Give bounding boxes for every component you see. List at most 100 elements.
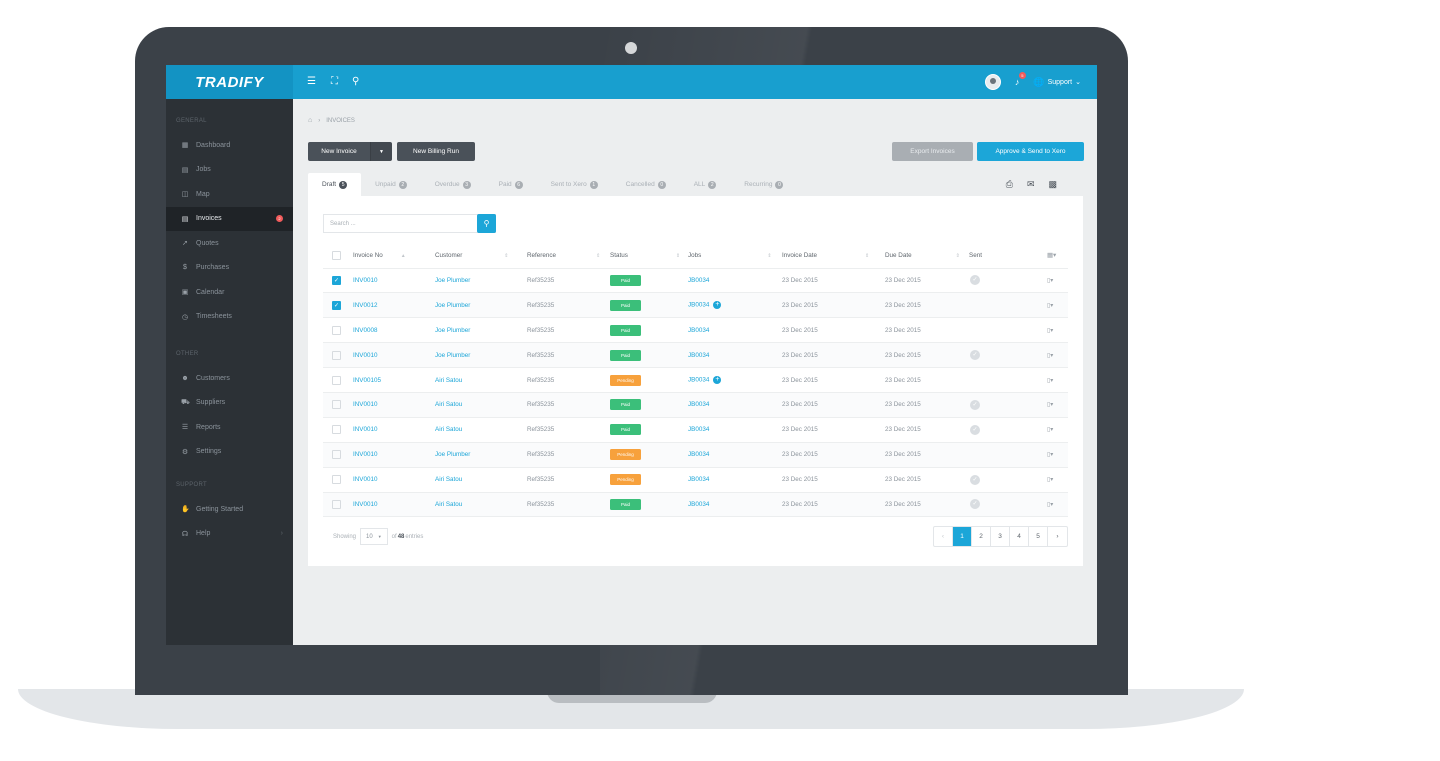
customer-link[interactable]: Joe Plumber: [435, 451, 470, 458]
invoice-link[interactable]: INV0010: [353, 401, 378, 408]
row-checkbox[interactable]: [332, 499, 341, 509]
sidebar-item-quotes[interactable]: ➚ Quotes: [166, 231, 293, 256]
invoice-link[interactable]: INV0010: [353, 352, 378, 359]
invoice-link[interactable]: INV0010: [353, 451, 378, 458]
table-row[interactable]: INV0010 Joe Plumber Ref35235 Paid JB0034 23 D…: [323, 342, 1068, 369]
bell-icon[interactable]: ♪ 5: [1015, 72, 1026, 87]
customer-link[interactable]: Airi Satou: [435, 501, 462, 508]
tab-all[interactable]: ALL 2: [680, 173, 731, 196]
tab-overdue[interactable]: Overdue 3: [421, 173, 485, 196]
add-job-icon[interactable]: +: [713, 301, 722, 310]
avatar[interactable]: [984, 74, 1001, 90]
document-menu-icon[interactable]: ▯▾: [1047, 353, 1053, 359]
caret-down-icon[interactable]: ▼: [370, 142, 392, 161]
document-menu-icon[interactable]: ▯▾: [1047, 278, 1053, 284]
document-menu-icon[interactable]: ▯▾: [1047, 378, 1053, 384]
search-button[interactable]: ⚲: [477, 214, 496, 233]
search-icon[interactable]: ⚲: [352, 75, 359, 89]
invoice-link[interactable]: INV0012: [353, 302, 378, 309]
mail-icon[interactable]: ✉: [1027, 179, 1035, 190]
job-link[interactable]: JB0034: [688, 426, 709, 433]
document-menu-icon[interactable]: ▯▾: [1047, 402, 1053, 408]
page-5-button[interactable]: 5: [1029, 527, 1048, 546]
col-invoice-no[interactable]: Invoice No ▲: [353, 243, 435, 269]
job-link[interactable]: JB0034: [688, 501, 709, 508]
sidebar-item-invoices[interactable]: ▤ Invoices 2: [166, 206, 293, 231]
col-reference[interactable]: Reference ⇕: [527, 243, 610, 269]
select-all-checkbox[interactable]: [332, 250, 341, 260]
row-checkbox[interactable]: [332, 400, 341, 410]
table-row[interactable]: ✓ INV0010 Joe Plumber Ref35235 Paid JB0034 23 …: [323, 268, 1068, 294]
row-checkbox[interactable]: ✓: [332, 300, 341, 310]
job-link[interactable]: JB0034: [688, 327, 709, 334]
invoice-link[interactable]: INV00105: [353, 377, 381, 384]
customer-link[interactable]: Joe Plumber: [435, 277, 470, 284]
support-menu[interactable]: 🌐 Support ⌄: [1033, 77, 1081, 88]
page-3-button[interactable]: 3: [991, 527, 1010, 546]
sidebar-item-suppliers[interactable]: ⛟ Suppliers: [166, 391, 293, 416]
document-menu-icon[interactable]: ▯▾: [1047, 452, 1053, 458]
col-customer[interactable]: Customer ⇕: [435, 243, 527, 269]
table-row[interactable]: INV0010 Airi Satou Ref35235 Paid JB0034 23 De…: [323, 392, 1068, 418]
table-row[interactable]: INV00105 Airi Satou Ref35235 Pending JB0034 +…: [323, 367, 1068, 393]
col-status[interactable]: Status ⇕: [610, 243, 688, 269]
page-size-select[interactable]: 10 ▼: [360, 528, 388, 545]
column-picker[interactable]: ▦▾: [1047, 243, 1068, 269]
job-link[interactable]: JB0034: [688, 302, 709, 309]
row-checkbox[interactable]: [332, 350, 341, 360]
customer-link[interactable]: Joe Plumber: [435, 302, 470, 309]
row-checkbox[interactable]: ✓: [332, 275, 341, 285]
sidebar-item-help[interactable]: ☊ Help ›: [166, 522, 293, 547]
prev-page-button[interactable]: ‹: [934, 527, 953, 546]
customer-link[interactable]: Joe Plumber: [435, 327, 470, 334]
row-checkbox[interactable]: [332, 475, 341, 485]
print-icon[interactable]: ⎙: [1006, 179, 1013, 190]
job-link[interactable]: JB0034: [688, 451, 709, 458]
tab-recurring[interactable]: Recurring 0: [730, 173, 797, 196]
col-jobs[interactable]: Jobs ⇕: [688, 243, 782, 269]
trash-icon[interactable]: ▩: [1048, 179, 1057, 190]
table-row[interactable]: INV0008 Joe Plumber Ref35235 Paid JB0034 23 D…: [323, 317, 1068, 344]
customer-link[interactable]: Airi Satou: [435, 476, 462, 483]
row-checkbox[interactable]: [332, 450, 341, 460]
table-row[interactable]: INV0010 Airi Satou Ref35235 Pending JB0034 23…: [323, 467, 1068, 493]
sidebar-item-dashboard[interactable]: ▦ Dashboard: [166, 133, 293, 158]
next-page-button[interactable]: ›: [1048, 527, 1067, 546]
sidebar-item-timesheets[interactable]: ◷ Timesheets: [166, 305, 293, 330]
table-row[interactable]: INV0010 Joe Plumber Ref35235 Pending JB0034 2…: [323, 442, 1068, 468]
invoice-link[interactable]: INV0010: [353, 476, 378, 483]
page-2-button[interactable]: 2: [972, 527, 991, 546]
new-invoice-button[interactable]: New Invoice: [308, 142, 370, 161]
home-icon[interactable]: ⌂: [308, 117, 312, 124]
col-due-date[interactable]: Due Date ⇕: [885, 243, 969, 269]
customer-link[interactable]: Joe Plumber: [435, 352, 470, 359]
export-invoices-button[interactable]: Export Invoices: [892, 142, 973, 161]
row-checkbox[interactable]: [332, 425, 341, 435]
sidebar-item-purchases[interactable]: $ Purchases: [166, 256, 293, 281]
invoice-link[interactable]: INV0010: [353, 501, 378, 508]
sidebar-item-jobs[interactable]: ▤ Jobs: [166, 158, 293, 183]
sidebar-item-settings[interactable]: ⚙ Settings: [166, 440, 293, 465]
page-1-button[interactable]: 1: [953, 527, 972, 546]
sidebar-item-reports[interactable]: ☰ Reports: [166, 415, 293, 440]
document-menu-icon[interactable]: ▯▾: [1047, 427, 1053, 433]
document-menu-icon[interactable]: ▯▾: [1047, 303, 1053, 309]
customer-link[interactable]: Airi Satou: [435, 401, 462, 408]
page-4-button[interactable]: 4: [1010, 527, 1029, 546]
sidebar-item-customers[interactable]: ☻ Customers: [166, 366, 293, 391]
col-invoice-date[interactable]: Invoice Date ⇕: [782, 243, 885, 269]
job-link[interactable]: JB0034: [688, 401, 709, 408]
document-menu-icon[interactable]: ▯▾: [1047, 477, 1053, 483]
hamburger-icon[interactable]: ☰: [307, 75, 316, 89]
sidebar-item-map[interactable]: ◫ Map: [166, 182, 293, 207]
invoice-link[interactable]: INV0010: [353, 426, 378, 433]
table-row[interactable]: INV0010 Airi Satou Ref35235 Paid JB0034 23 De…: [323, 492, 1068, 518]
job-link[interactable]: JB0034: [688, 352, 709, 359]
brand-logo[interactable]: TRADIFY: [166, 65, 293, 99]
approve-send-button[interactable]: Approve & Send to Xero: [977, 142, 1084, 161]
search-input[interactable]: Search ...: [324, 215, 477, 232]
document-menu-icon[interactable]: ▯▾: [1047, 502, 1053, 508]
document-menu-icon[interactable]: ▯▾: [1047, 328, 1053, 334]
add-job-icon[interactable]: +: [713, 376, 722, 384]
tab-draft[interactable]: Draft 5: [308, 173, 362, 196]
